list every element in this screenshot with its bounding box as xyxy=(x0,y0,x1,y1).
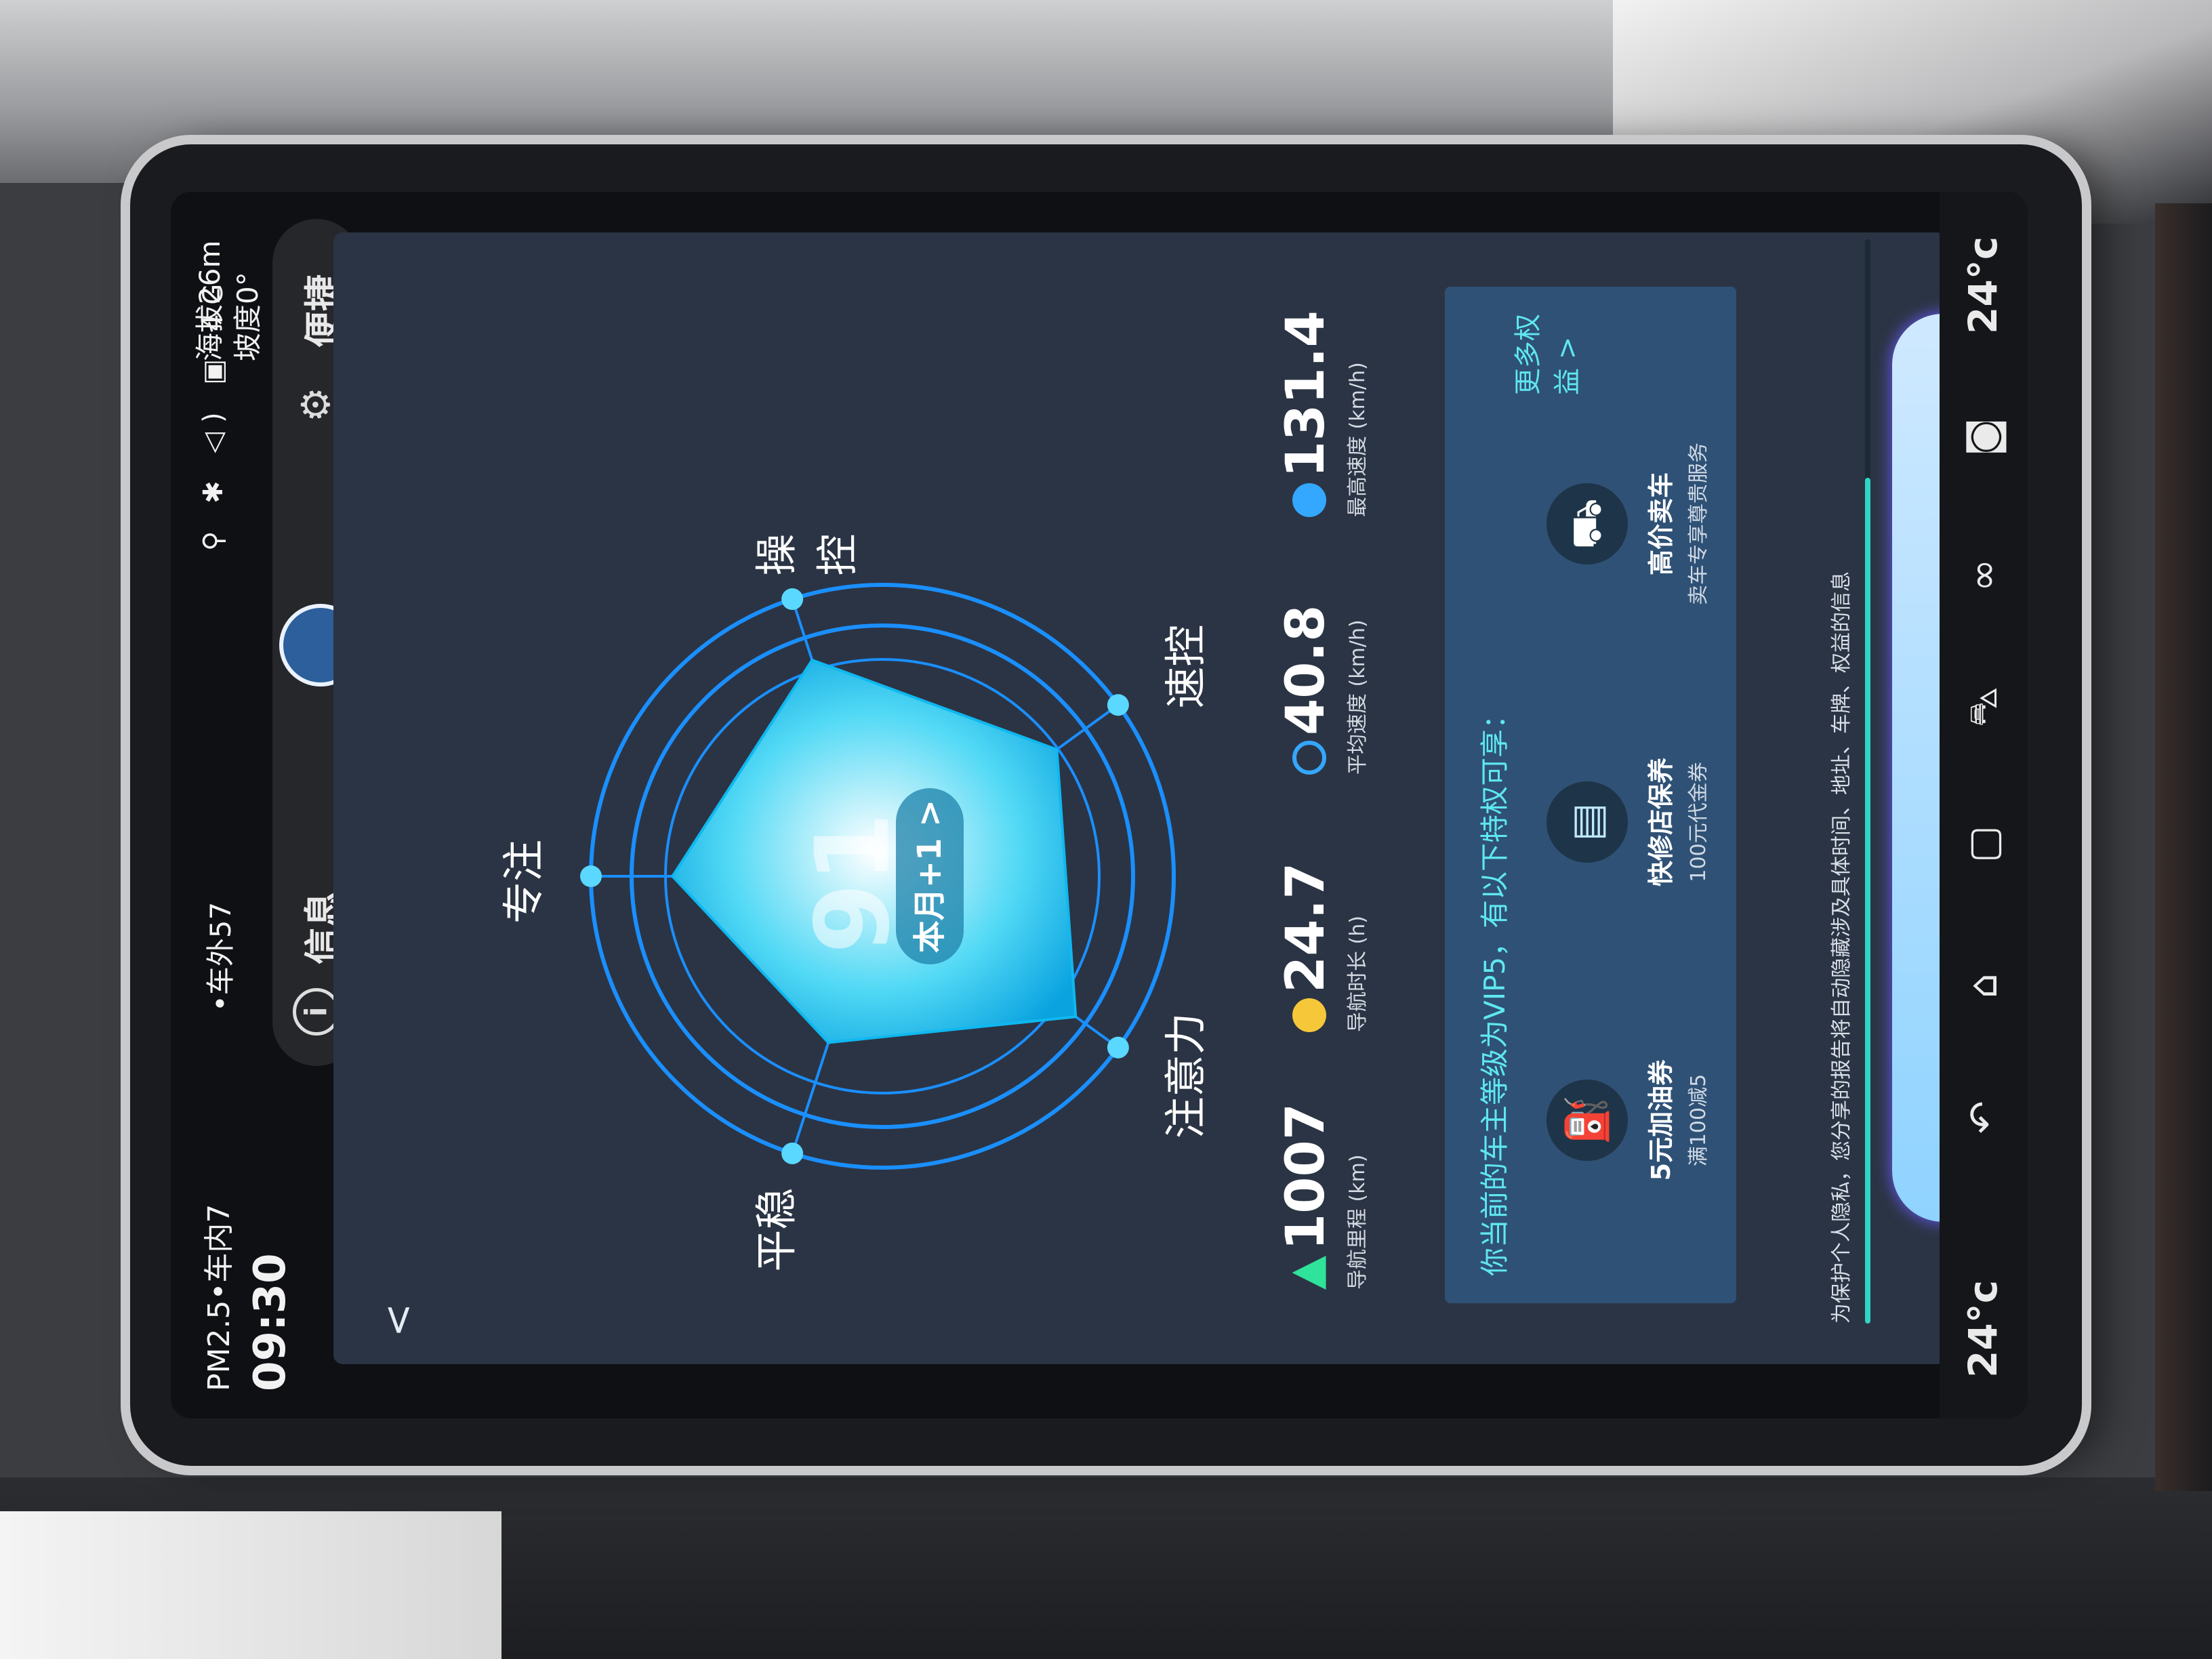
home-icon[interactable]: ⌂ xyxy=(1960,973,2006,998)
stat-max-speed-value: 131.4 xyxy=(1275,310,1336,478)
clock: 09:30 xyxy=(245,1253,295,1391)
car-display: PM2.5•车内7 09:30 •车外57 ⚲ ✱ ◁) ▣ 4G 海拔26m … xyxy=(130,144,2082,1466)
gear-icon[interactable]: ⚙ xyxy=(293,387,339,422)
climate-icon[interactable]: ◙ xyxy=(1960,418,2006,456)
radar-chart: 专注 操控速控注意力平稳 91 本月+1 > xyxy=(499,504,1255,1271)
stat-average-speed-value: 40.8 xyxy=(1275,605,1336,735)
clock-icon xyxy=(1292,998,1326,1032)
perk-title: 快修店保养 xyxy=(1646,758,1676,887)
radar-label: 专注 xyxy=(499,839,548,924)
stat-distance: 1007 导航里程 (km) xyxy=(1275,1046,1370,1290)
progress-fill xyxy=(1865,478,1870,1324)
stat-average-speed-label: 平均速度 (km/h) xyxy=(1346,619,1370,775)
radar-axis-dot xyxy=(1107,1036,1129,1059)
stat-duration-label: 导航时长 (h) xyxy=(1346,916,1370,1032)
screen: PM2.5•车内7 09:30 •车外57 ⚲ ✱ ◁) ▣ 4G 海拔26m … xyxy=(171,192,2028,1418)
stat-average-speed: 40.8 平均速度 (km/h) xyxy=(1275,531,1370,775)
stat-duration-value: 24.7 xyxy=(1275,862,1336,993)
navigation-icon xyxy=(1292,1256,1326,1290)
temp-left[interactable]: 24°c xyxy=(1960,1280,2006,1378)
location-icon: ⚲ xyxy=(198,521,229,551)
radar-axis-dot xyxy=(781,1142,804,1164)
altitude-block: 海拔26m 坡度0° xyxy=(191,241,267,361)
driving-report-panel: < 专注 操控速控 注意力 平稳 91 本月+1 > 1007 导航里程 (km… xyxy=(333,232,1994,1364)
month-score-badge[interactable]: 本月+1 > xyxy=(896,788,964,964)
progress-track xyxy=(1865,239,1870,1324)
score-number: 91 xyxy=(794,812,912,954)
radar-label: 注意力 xyxy=(1160,1012,1210,1139)
radar-label: 速控 xyxy=(1160,624,1210,709)
fan-icon[interactable]: ∞ xyxy=(1960,559,2006,592)
privacy-note: 为保护个人隐私，您分享的报告将自动隐藏涉及具体时间、地址、车牌、权益的信息 xyxy=(1830,571,1853,1324)
slope-readout: 坡度0° xyxy=(231,272,264,361)
stats-row: 1007 导航里程 (km) 24.7 导航时长 (h) 40.8 平均速度 (… xyxy=(1275,273,1384,1290)
vip-title: 你当前的车主等级为VIP5，有以下特权可享： xyxy=(1478,700,1511,1276)
volume-icon: ◁) xyxy=(198,403,229,453)
system-nav-bar: 24°c ↶ ⌂ ▢ ⛍ ∞ ◙ 24°c xyxy=(1940,192,2028,1418)
background-light xyxy=(0,1511,501,1659)
stat-distance-label: 导航里程 (km) xyxy=(1346,1154,1370,1290)
perk-subtitle: 卖车专享尊贵服务 xyxy=(1687,443,1711,605)
perk-sell-car[interactable]: ⛟ 高价卖车 卖车专享尊贵服务 xyxy=(1547,422,1711,626)
background-right xyxy=(2155,203,2212,1491)
perk-fuel-coupon[interactable]: ⛽ 5元加油券 满100减5 xyxy=(1547,1019,1711,1222)
perk-title: 高价卖车 xyxy=(1646,472,1676,576)
temp-right[interactable]: 24°c xyxy=(1960,237,2006,334)
vip-card: 你当前的车主等级为VIP5，有以下特权可享： 更多权益 > ⛽ 5元加油券 满1… xyxy=(1445,287,1736,1303)
car-settings-icon[interactable]: ⛍ xyxy=(1960,687,2011,727)
radar-axis-dot xyxy=(781,588,804,611)
pm25-readout: PM2.5•车内7 xyxy=(202,1204,237,1391)
car-icon: ⛟ xyxy=(1547,483,1628,565)
speedometer-icon xyxy=(1292,741,1326,775)
perk-subtitle: 100元代金券 xyxy=(1687,762,1711,882)
fuel-icon: ⛽ xyxy=(1547,1080,1628,1161)
stat-max-speed: 131.4 最高速度 (km/h) xyxy=(1275,273,1370,517)
perk-subtitle: 满100减5 xyxy=(1687,1073,1711,1167)
stat-duration: 24.7 导航时长 (h) xyxy=(1275,788,1370,1032)
stat-max-speed-label: 最高速度 (km/h) xyxy=(1346,362,1370,517)
more-benefits-link[interactable]: 更多权益 > xyxy=(1506,314,1584,395)
recent-apps-icon[interactable]: ▢ xyxy=(1960,825,2006,863)
perk-title: 5元加油券 xyxy=(1646,1059,1676,1181)
back-icon[interactable]: < xyxy=(374,1303,422,1337)
radar-label: 操控 xyxy=(752,533,863,576)
radar-label: 平稳 xyxy=(752,1187,802,1272)
radar-axis-dot xyxy=(1107,694,1129,716)
bluetooth-icon: ✱ xyxy=(198,471,229,504)
stat-distance-value: 1007 xyxy=(1275,1103,1336,1250)
back-nav-icon[interactable]: ↶ xyxy=(1960,1101,2006,1134)
maintenance-icon: ▤ xyxy=(1547,781,1628,863)
lightning-icon xyxy=(1292,483,1326,517)
altitude-readout: 海拔26m xyxy=(193,240,226,361)
perk-maintenance[interactable]: ▤ 快修店保养 100元代金券 xyxy=(1547,720,1711,924)
outside-temp-readout: •车外57 xyxy=(204,901,237,1012)
radar-axis-dot xyxy=(580,865,602,887)
